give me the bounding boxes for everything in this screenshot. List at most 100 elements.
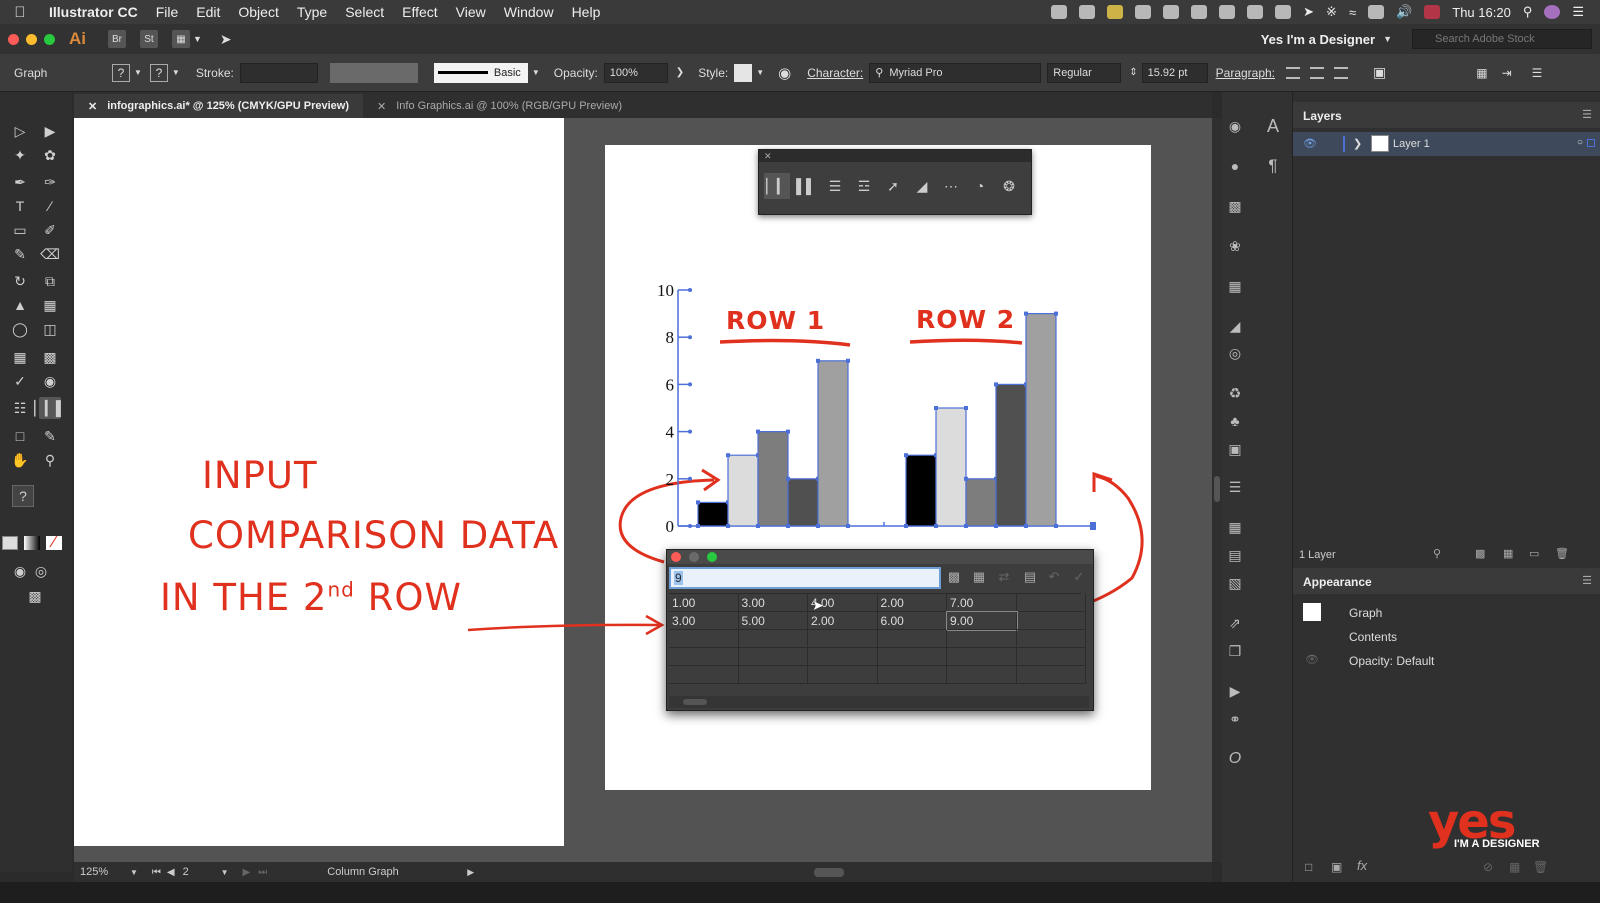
eraser-tool-icon[interactable]: ⌫	[39, 243, 61, 265]
chevron-down-icon[interactable]: ▼	[193, 34, 202, 44]
chevron-down-icon[interactable]: ▼	[756, 68, 764, 77]
zoom-data-window-button[interactable]	[707, 552, 717, 562]
gradient-mode-icon[interactable]	[24, 536, 40, 550]
bar-row-1-3[interactable]	[757, 431, 789, 527]
new-layer-icon[interactable]: ▭	[1529, 547, 1539, 560]
menu-type[interactable]: Type	[288, 4, 336, 20]
menu-file[interactable]: File	[147, 4, 188, 20]
data-cell[interactable]: 2.00	[808, 612, 878, 630]
data-cell[interactable]	[669, 666, 739, 684]
lasso-tool-icon[interactable]: ✿	[39, 144, 61, 166]
data-window-scrollbar[interactable]	[669, 696, 1089, 708]
curvature-tool-icon[interactable]: ✑	[39, 171, 61, 193]
target-icon[interactable]: ○	[1577, 137, 1583, 148]
chevron-down-icon[interactable]: ▼	[134, 68, 142, 77]
data-grid[interactable]: 1.00 3.00 4.00 2.00 7.00 3.00 5.00 2.00 6.00 9.00	[669, 593, 1086, 696]
chevron-down-icon[interactable]: ▼	[221, 868, 229, 877]
opentype-icon[interactable]: O	[1224, 750, 1246, 768]
bar-row-1-5[interactable]	[817, 360, 849, 527]
visibility-eye-icon[interactable]: 👁	[1303, 137, 1317, 150]
draw-normal-icon[interactable]: ◉	[9, 560, 31, 582]
graphic-styles-icon[interactable]: ◢	[1224, 317, 1246, 335]
workspace-switcher[interactable]: Yes I'm a Designer	[1261, 32, 1375, 47]
transpose-icon[interactable]: ▦	[970, 569, 988, 585]
paragraph-panel-icon[interactable]: ¶	[1262, 156, 1284, 175]
character-label[interactable]: Character:	[807, 66, 863, 80]
first-artboard-icon[interactable]: ⏮	[152, 867, 161, 878]
character-panel-icon[interactable]: A	[1262, 116, 1284, 136]
bar-row-2-2[interactable]	[935, 407, 967, 527]
font-size-stepper[interactable]: ⇕	[1129, 67, 1137, 78]
close-icon[interactable]: ✕	[377, 100, 386, 113]
cell-style-icon[interactable]: ▤	[1021, 569, 1039, 585]
add-fill-icon[interactable]: ▣	[1331, 860, 1342, 874]
selection-tool-icon[interactable]: ▷	[9, 120, 31, 142]
menu-object[interactable]: Object	[229, 4, 287, 20]
scale-tool-icon[interactable]: ⧉	[39, 270, 61, 292]
wd-icon[interactable]	[1191, 5, 1208, 19]
links-icon[interactable]: ⚭	[1224, 710, 1246, 728]
stroke-weight-field[interactable]	[239, 62, 318, 83]
bar-row-2-3[interactable]	[965, 478, 997, 527]
panel-header[interactable]: ✕	[759, 150, 1031, 162]
status-app-icon[interactable]	[1051, 5, 1068, 19]
magic-wand-tool-icon[interactable]: ✦	[9, 144, 31, 166]
line-graph-icon[interactable]: ➚	[880, 173, 906, 199]
free-transform-tool-icon[interactable]: ▦	[39, 294, 61, 316]
scroll-thumb[interactable]	[683, 699, 707, 705]
add-stroke-icon[interactable]: □	[1305, 860, 1312, 874]
panel-menu-icon[interactable]: ☰	[1532, 66, 1543, 80]
zoom-window-button[interactable]	[44, 33, 55, 45]
data-cell[interactable]	[738, 648, 808, 666]
chevron-right-icon[interactable]: ❯	[676, 67, 684, 78]
column-graph-icon[interactable]: ▏▎	[764, 173, 790, 199]
area-graph-icon[interactable]: ◢	[909, 173, 935, 199]
dropbox-icon[interactable]	[1163, 5, 1180, 19]
appearance-panel-header[interactable]: Appearance	[1293, 568, 1600, 594]
chevron-down-icon[interactable]: ▼	[532, 68, 540, 77]
data-cell[interactable]	[1016, 666, 1086, 684]
camera-icon[interactable]	[1247, 5, 1264, 19]
make-clipping-mask-icon[interactable]: ▩	[1475, 547, 1485, 560]
appearance-object-row[interactable]: Graph	[1293, 600, 1600, 624]
menu-edit[interactable]: Edit	[187, 4, 229, 20]
data-cell[interactable]	[669, 630, 739, 648]
status-menu-arrow-icon[interactable]: ▶	[467, 867, 474, 878]
data-cell[interactable]	[738, 666, 808, 684]
font-size-field[interactable]: 15.92 pt	[1141, 62, 1208, 83]
menu-view[interactable]: View	[447, 4, 495, 20]
opacity-label[interactable]: Opacity:	[554, 66, 598, 80]
close-data-window-button[interactable]	[671, 552, 681, 562]
data-cell[interactable]: 1.00	[669, 594, 739, 612]
gradient-tool-icon[interactable]: ▩	[39, 346, 61, 368]
menu-window[interactable]: Window	[495, 4, 563, 20]
display-icon[interactable]	[1079, 5, 1096, 19]
drive-icon[interactable]	[1219, 5, 1236, 19]
data-cell[interactable]: 9.00	[946, 611, 1018, 631]
new-sublayer-icon[interactable]: ▦	[1503, 547, 1513, 560]
pathfinder-icon[interactable]: ▧	[1224, 574, 1246, 592]
data-cell[interactable]	[877, 666, 947, 684]
artboards-icon[interactable]: ▣	[1224, 440, 1246, 458]
data-cell[interactable]	[877, 648, 947, 666]
symbols-icon[interactable]: ▦	[1224, 277, 1246, 295]
notification-center-icon[interactable]: ☰	[1572, 4, 1584, 20]
data-cell[interactable]	[808, 648, 878, 666]
libraries-icon[interactable]: ◉	[1224, 117, 1246, 135]
stacked-column-graph-icon[interactable]: ▌▌	[793, 173, 819, 199]
data-cell[interactable]	[877, 630, 947, 648]
puppet-warp-icon[interactable]: ♻	[1224, 384, 1246, 402]
layer-name[interactable]: Layer 1	[1393, 138, 1430, 150]
mesh-tool-icon[interactable]: ▦	[9, 346, 31, 368]
bluetooth-icon[interactable]: ※	[1326, 4, 1337, 20]
paragraph-label[interactable]: Paragraph:	[1216, 66, 1275, 80]
width-tool-icon[interactable]: ▲	[9, 294, 31, 316]
fill-stroke-icon[interactable]: ?	[12, 485, 34, 507]
column-graph[interactable]: 0 2 4 6 8 10	[74, 118, 1212, 862]
blend-tool-icon[interactable]: ◉	[39, 370, 61, 392]
eyedropper-tool-icon[interactable]: ✓	[9, 370, 31, 392]
gpu-performance-icon[interactable]: ➤	[220, 31, 232, 48]
apple-icon[interactable]: 	[0, 4, 40, 21]
hand-tool-icon[interactable]: ✋	[9, 449, 31, 471]
align-right-icon[interactable]	[1334, 66, 1349, 79]
